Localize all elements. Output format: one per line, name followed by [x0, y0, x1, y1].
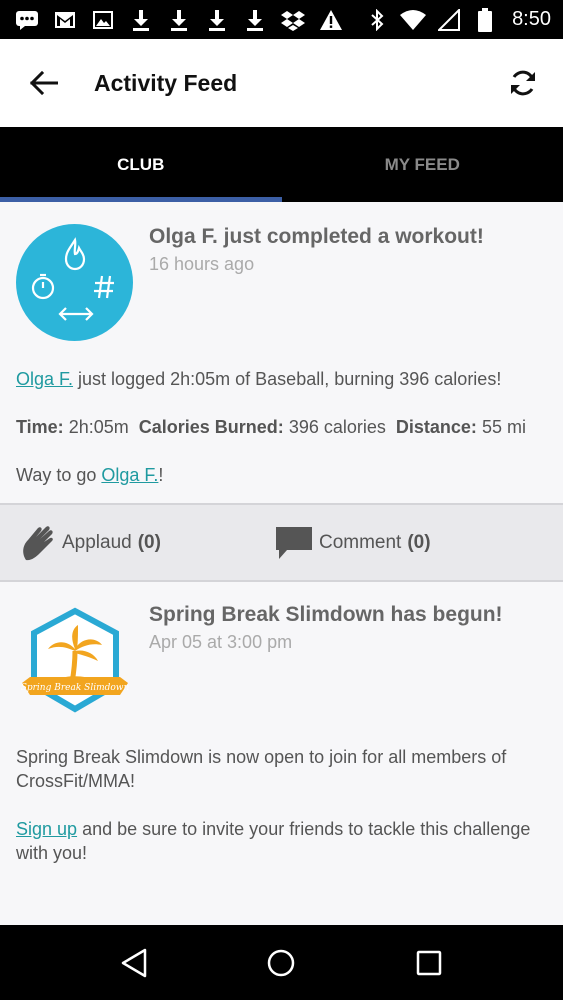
recents-square-icon: [416, 950, 442, 975]
hash-icon: [94, 275, 114, 299]
refresh-button[interactable]: [483, 39, 563, 127]
comment-button[interactable]: Comment (0): [275, 526, 431, 560]
post-summary: Olga F. just logged 2h:05m of Baseball, …: [16, 369, 502, 389]
back-triangle-icon: [121, 948, 147, 977]
post-actions: Applaud (0) Comment (0): [0, 503, 563, 582]
battery-icon: [472, 7, 498, 33]
notification-icons: [14, 7, 344, 33]
signup-text: Sign up and be sure to invite your frien…: [16, 819, 531, 863]
feed-card-challenge: Spring Break Slimdown Spring Break Slimd…: [0, 582, 563, 865]
gmail-icon: [52, 7, 78, 33]
tab-club[interactable]: CLUB: [0, 127, 282, 202]
feed-card-workout: Olga F. just completed a workout! 16 hou…: [0, 202, 563, 582]
post-title: Spring Break Slimdown has begun!: [149, 603, 503, 626]
challenge-badge: Spring Break Slimdown: [16, 602, 133, 719]
svg-text:Spring Break Slimdown: Spring Break Slimdown: [20, 683, 129, 693]
flame-icon: [64, 237, 86, 271]
user-link[interactable]: Olga F.: [101, 465, 158, 485]
app-bar: Activity Feed: [0, 39, 563, 127]
tab-bar: CLUB MY FEED: [0, 127, 563, 202]
arrow-left-icon: [30, 71, 58, 95]
back-button[interactable]: [0, 39, 88, 127]
status-bar: 8:50: [0, 0, 563, 39]
applaud-button[interactable]: Applaud (0): [20, 524, 161, 562]
message-icon: [14, 7, 40, 33]
clock: 8:50: [512, 8, 551, 30]
system-icons: 8:50: [364, 7, 551, 33]
nav-back-button[interactable]: [104, 933, 164, 993]
cheer-text: Way to go Olga F.!: [16, 465, 164, 485]
challenge-description: Spring Break Slimdown is now open to joi…: [16, 747, 507, 791]
workout-avatar: [16, 224, 133, 341]
post-timestamp: 16 hours ago: [149, 254, 255, 274]
dropbox-icon: [280, 7, 306, 33]
warning-icon: [318, 7, 344, 33]
system-nav-bar: [0, 925, 563, 1000]
post-timestamp: Apr 05 at 3:00 pm: [149, 632, 293, 652]
post-title: Olga F. just completed a workout!: [149, 225, 484, 248]
page-title: Activity Feed: [94, 69, 238, 96]
signal-icon: [436, 7, 462, 33]
wifi-icon: [400, 7, 427, 33]
applaud-hands-icon: [23, 525, 53, 560]
download-icon: [128, 7, 154, 33]
distance-arrows-icon: [58, 307, 94, 321]
download-icon: [166, 7, 192, 33]
refresh-icon: [511, 70, 535, 96]
image-icon: [90, 7, 116, 33]
home-circle-icon: [268, 949, 295, 976]
user-link[interactable]: Olga F.: [16, 369, 73, 389]
tab-my-feed[interactable]: MY FEED: [282, 127, 563, 202]
feed-list[interactable]: Olga F. just completed a workout! 16 hou…: [0, 202, 563, 925]
download-icon: [204, 7, 230, 33]
nav-home-button[interactable]: [251, 933, 311, 993]
comment-bubble-icon: [275, 526, 312, 559]
download-icon: [242, 7, 268, 33]
stopwatch-icon: [31, 273, 55, 300]
nav-recents-button[interactable]: [399, 933, 459, 993]
workout-stats: Time: 2h:05m Calories Burned: 396 calori…: [16, 417, 526, 437]
signup-link[interactable]: Sign up: [16, 819, 77, 839]
bluetooth-icon: [364, 7, 390, 33]
